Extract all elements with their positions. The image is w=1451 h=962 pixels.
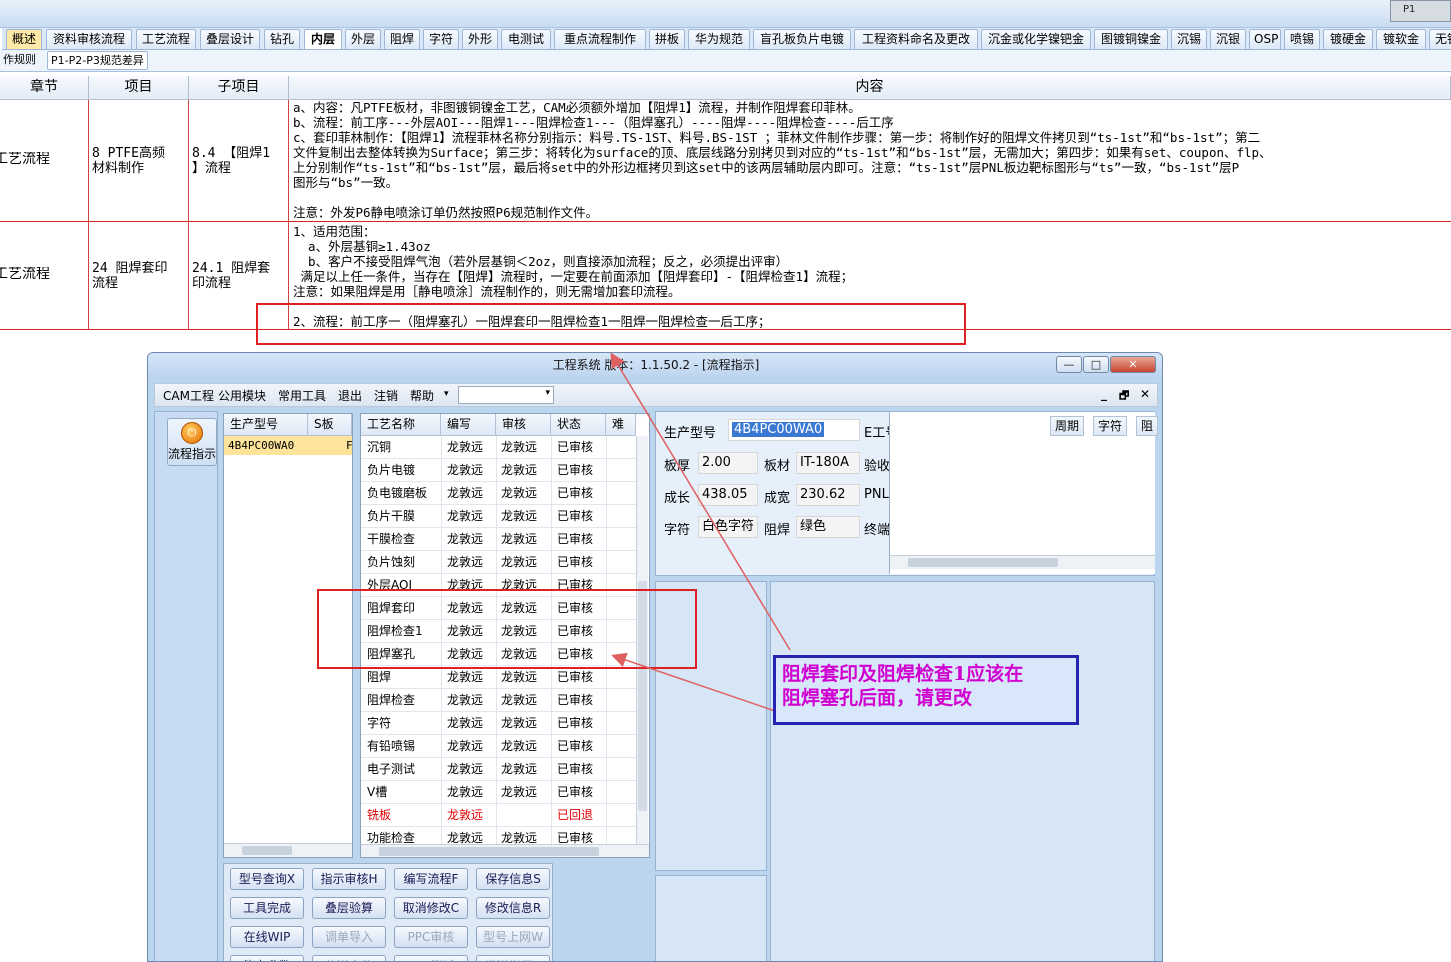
annotation-text: 阻焊套印及阻焊检查1应该在 阻焊塞孔后面，请更改 (782, 663, 1024, 709)
annotation-arrows (610, 352, 791, 713)
annotation-callout: 阻焊套印及阻焊检查1应该在 阻焊塞孔后面，请更改 (773, 655, 1079, 725)
